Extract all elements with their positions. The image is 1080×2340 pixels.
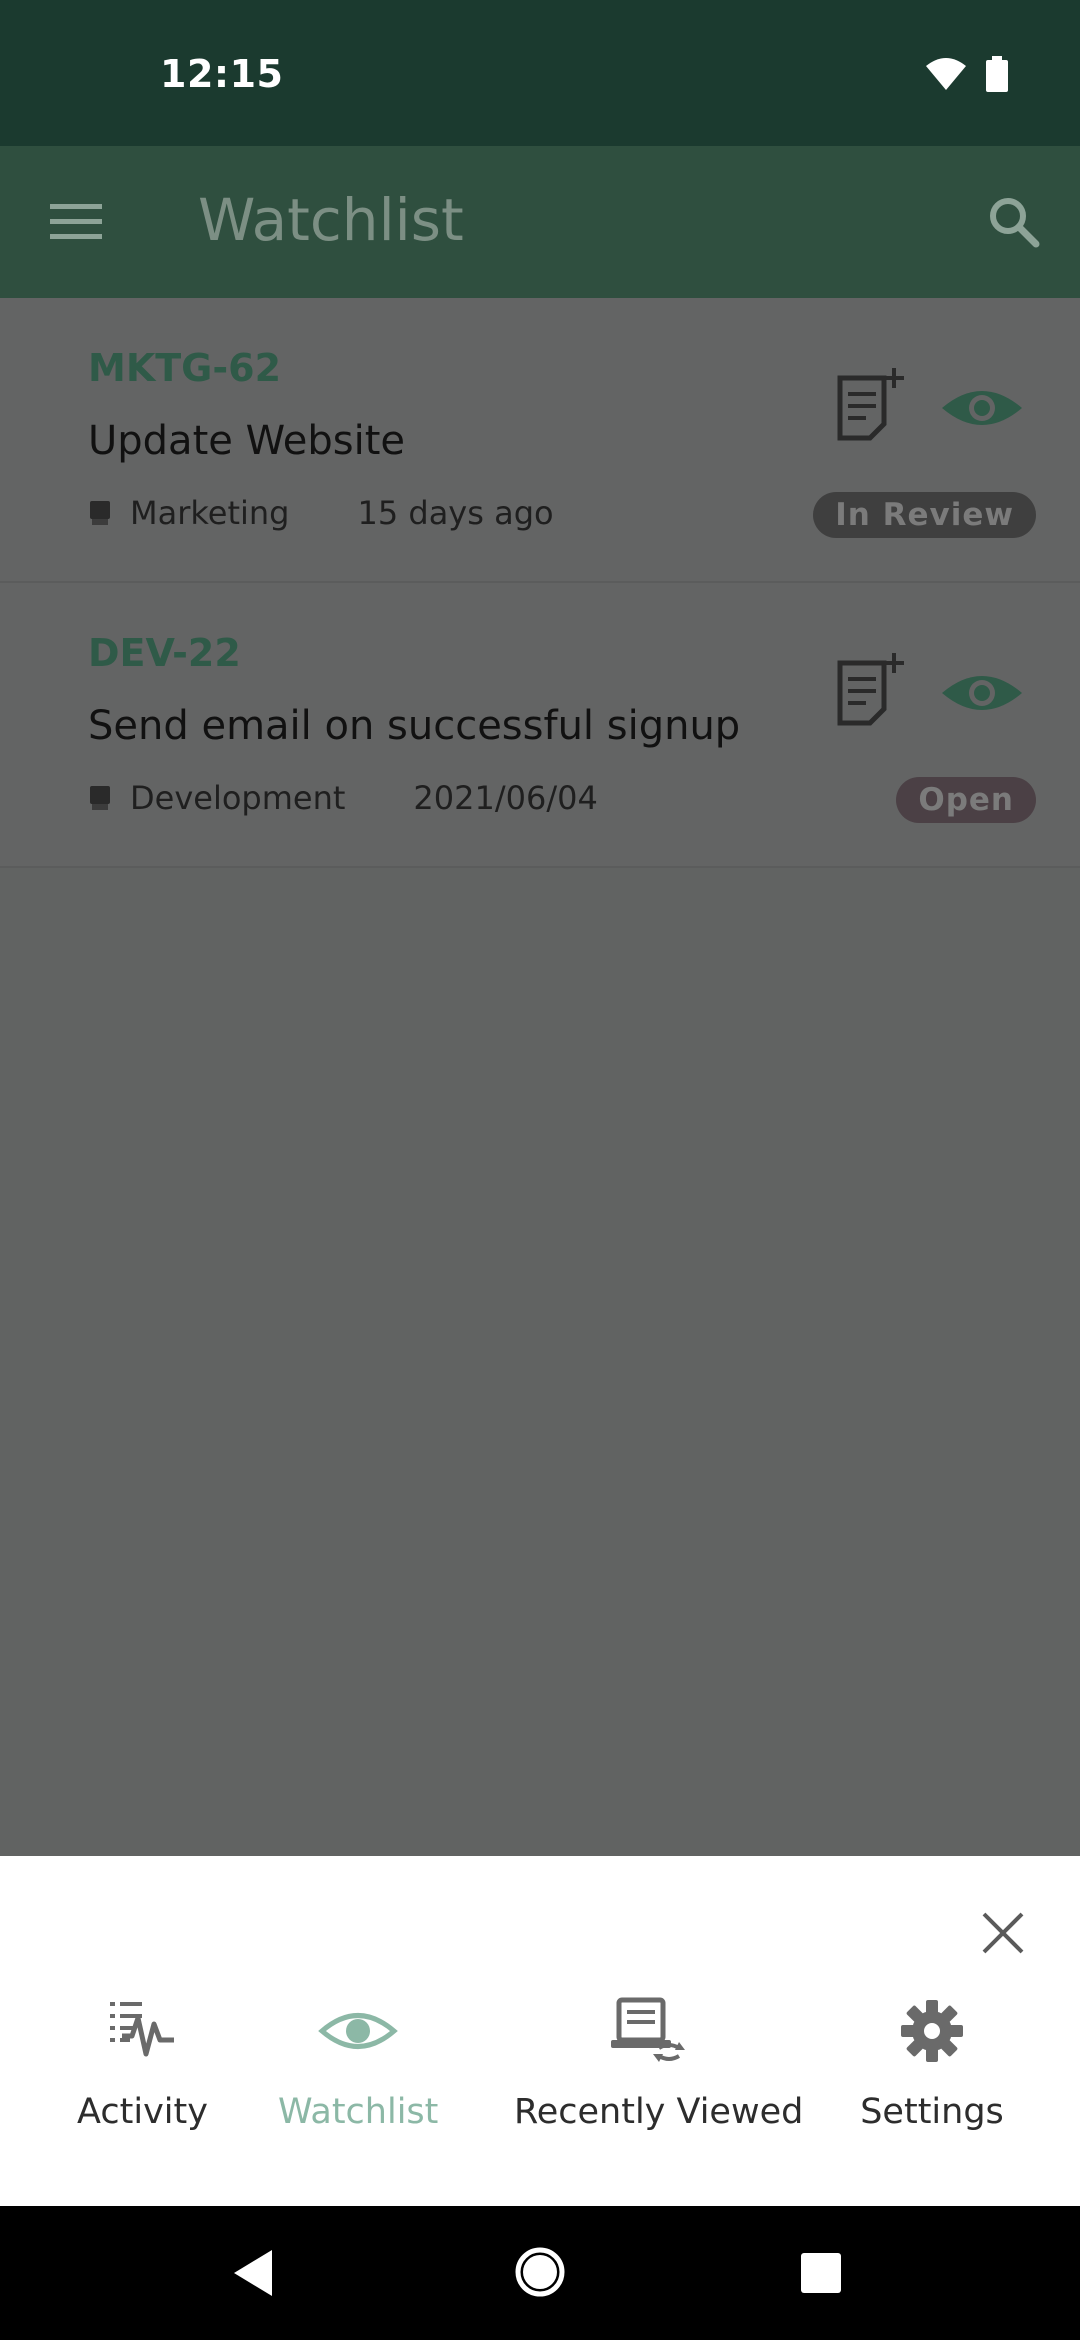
eye-icon[interactable] — [940, 382, 1024, 434]
project-icon — [90, 501, 110, 525]
status-bar: 12:15 — [0, 0, 1080, 146]
project-name: Development — [130, 779, 346, 817]
issue-title: Update Website — [88, 418, 406, 464]
home-icon[interactable] — [514, 2246, 566, 2298]
status-icons — [924, 56, 1008, 92]
list-item[interactable]: DEV-22 Send email on successful signup D… — [0, 583, 1080, 868]
wifi-icon — [926, 58, 966, 90]
issue-date: 2021/06/04 — [413, 779, 598, 817]
status-badge: Open — [896, 777, 1036, 823]
nav-recently-viewed[interactable]: Recently Viewed — [514, 1996, 804, 2132]
search-icon[interactable] — [984, 192, 1044, 252]
nav-label: Activity — [77, 2092, 208, 2132]
battery-icon — [986, 56, 1008, 92]
status-time: 12:15 — [160, 52, 284, 96]
issue-key: MKTG-62 — [88, 346, 282, 390]
gear-icon — [901, 2000, 963, 2062]
activity-icon — [109, 2002, 174, 2057]
page-title: Watchlist — [198, 186, 464, 254]
issue-title: Send email on successful signup — [88, 703, 741, 749]
issue-meta: Marketing 15 days ago — [88, 494, 554, 532]
recents-icon[interactable] — [800, 2252, 842, 2294]
eye-icon[interactable] — [940, 667, 1024, 719]
nav-label: Watchlist — [278, 2092, 439, 2132]
issue-key: DEV-22 — [88, 631, 241, 675]
project-name: Marketing — [130, 494, 290, 532]
nav-label: Settings — [860, 2092, 1004, 2132]
issue-meta: Development 2021/06/04 — [88, 779, 598, 817]
nav-settings[interactable]: Settings — [858, 1996, 1006, 2132]
recently-viewed-icon — [611, 1997, 685, 2062]
system-nav-bar — [0, 2206, 1080, 2340]
nav-watchlist[interactable]: Watchlist — [278, 1996, 438, 2132]
watchlist-content: MKTG-62 Update Website Marketing 15 days… — [0, 298, 1080, 1856]
nav-label: Recently Viewed — [514, 2092, 804, 2132]
list-item[interactable]: MKTG-62 Update Website Marketing 15 days… — [0, 298, 1080, 583]
app-bar: Watchlist — [0, 146, 1080, 298]
status-badge: In Review — [813, 492, 1036, 538]
issue-date: 15 days ago — [357, 494, 554, 532]
eye-icon — [318, 2013, 398, 2049]
hamburger-menu-icon[interactable] — [48, 198, 106, 246]
close-icon[interactable] — [980, 1910, 1026, 1956]
add-note-icon[interactable] — [836, 366, 906, 446]
back-icon[interactable] — [232, 2248, 276, 2298]
add-note-icon[interactable] — [836, 651, 906, 731]
project-icon — [90, 786, 110, 810]
nav-activity[interactable]: Activity — [70, 1996, 215, 2132]
